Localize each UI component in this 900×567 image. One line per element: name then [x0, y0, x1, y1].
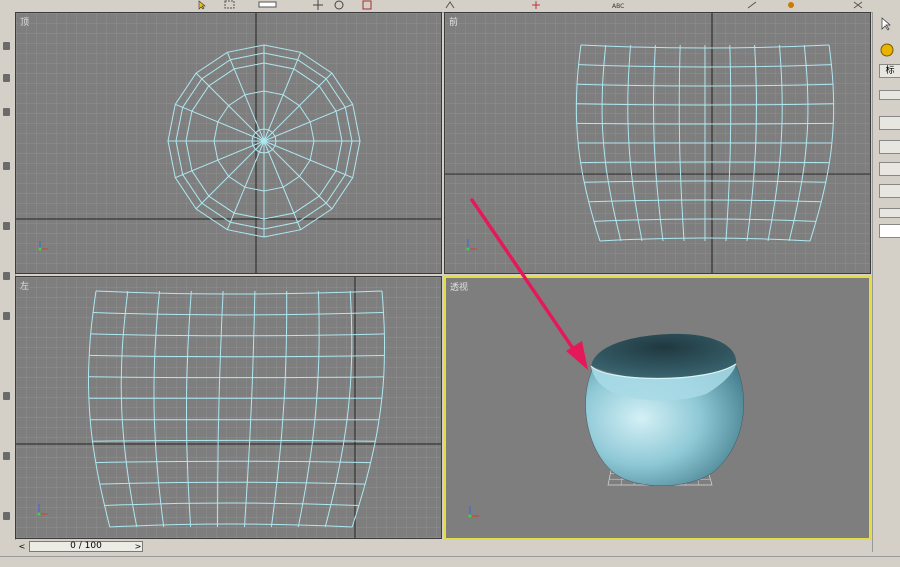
- annotation-arrow: [470, 198, 588, 370]
- select-cursor-icon[interactable]: [877, 16, 895, 32]
- rollout-button[interactable]: [879, 162, 900, 176]
- time-slider[interactable]: 0 / 100: [29, 541, 143, 552]
- status-bar: [0, 556, 900, 567]
- command-panel: 标: [872, 12, 900, 552]
- name-field[interactable]: [879, 224, 900, 238]
- timeline-bar: < 0 / 100 >: [15, 540, 872, 554]
- sphere-icon[interactable]: [879, 42, 895, 58]
- timeline-prev-button[interactable]: <: [17, 541, 27, 552]
- rollout-button[interactable]: [879, 116, 900, 130]
- rollout-button[interactable]: [879, 140, 900, 154]
- rollout-button[interactable]: [879, 184, 900, 198]
- rollout-button[interactable]: [879, 90, 900, 100]
- timeline-next-button[interactable]: >: [133, 541, 143, 552]
- rollout-button[interactable]: [879, 208, 900, 218]
- command-panel-tab[interactable]: 标: [879, 64, 900, 78]
